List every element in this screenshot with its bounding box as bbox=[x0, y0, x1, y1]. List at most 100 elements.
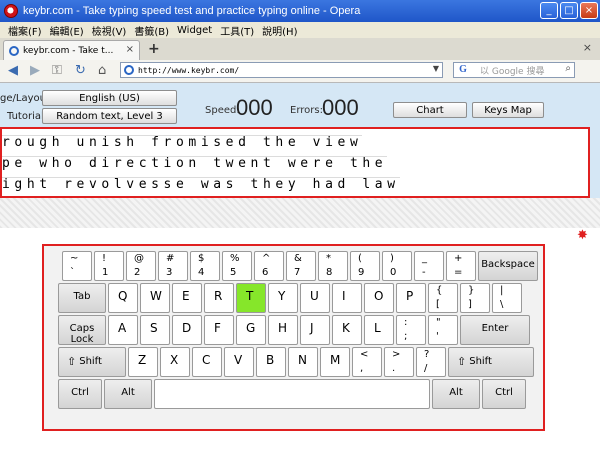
key-k[interactable]: K bbox=[332, 315, 362, 345]
address-field[interactable]: http://www.keybr.com/ ▼ bbox=[120, 62, 443, 78]
tab-close-icon[interactable]: × bbox=[126, 44, 134, 55]
key-y[interactable]: Y bbox=[268, 283, 298, 313]
key-enter[interactable]: Enter bbox=[460, 315, 530, 345]
key-symbol[interactable]: + = bbox=[446, 251, 476, 281]
home-icon[interactable]: ⌂ bbox=[98, 63, 106, 78]
key-symbol[interactable]: $4 bbox=[190, 251, 220, 281]
key-symbol[interactable]: (9 bbox=[350, 251, 380, 281]
key-shift-label: * bbox=[326, 253, 331, 264]
tutorial-select[interactable]: Random text, Level 3 bbox=[42, 108, 177, 124]
menu-edit[interactable]: 編輯(E) bbox=[50, 23, 84, 38]
key-u[interactable]: U bbox=[300, 283, 330, 313]
key-symbol[interactable]: >. bbox=[384, 347, 414, 377]
key-n[interactable]: N bbox=[288, 347, 318, 377]
key-symbol[interactable]: #3 bbox=[158, 251, 188, 281]
key-q[interactable]: Q bbox=[108, 283, 138, 313]
key-j[interactable]: J bbox=[300, 315, 330, 345]
key-tab[interactable]: Tab bbox=[58, 283, 106, 313]
key-space[interactable] bbox=[154, 379, 430, 409]
key-label: Ctrl bbox=[495, 387, 513, 398]
key-alt[interactable]: Alt bbox=[104, 379, 152, 409]
key-t[interactable]: T bbox=[236, 283, 266, 313]
tab-keybr[interactable]: keybr.com - Take t... × bbox=[3, 40, 140, 60]
key-symbol[interactable]: :; bbox=[396, 315, 426, 345]
key-v[interactable]: V bbox=[224, 347, 254, 377]
key-symbol[interactable]: * 8 bbox=[318, 251, 348, 281]
key-shift[interactable]: ⇧ Shift bbox=[58, 347, 126, 377]
key-m[interactable]: M bbox=[320, 347, 350, 377]
key-o[interactable]: O bbox=[364, 283, 394, 313]
layout-select[interactable]: English (US) bbox=[42, 90, 177, 106]
menu-help[interactable]: 說明(H) bbox=[262, 23, 297, 38]
keys-map-button[interactable]: Keys Map bbox=[472, 102, 544, 118]
key-symbol[interactable]: ! 1 bbox=[94, 251, 124, 281]
maximize-button[interactable]: □ bbox=[560, 2, 578, 19]
key-label: Alt bbox=[121, 387, 135, 398]
close-button[interactable]: × bbox=[580, 2, 598, 19]
key-symbol[interactable]: & 7 bbox=[286, 251, 316, 281]
key-symbol[interactable]: <, bbox=[352, 347, 382, 377]
menu-file[interactable]: 檔案(F) bbox=[8, 23, 42, 38]
key-r[interactable]: R bbox=[204, 283, 234, 313]
key-backspace[interactable]: Backspace bbox=[478, 251, 538, 281]
key-symbol[interactable]: ~ ` bbox=[62, 251, 92, 281]
window-title: keybr.com - Take typing speed test and p… bbox=[23, 5, 361, 17]
search-field[interactable]: G 以 Google 搜尋 ⌕ bbox=[453, 62, 575, 78]
chart-button[interactable]: Chart bbox=[393, 102, 467, 118]
minimize-button[interactable]: _ bbox=[540, 2, 558, 19]
key-l[interactable]: L bbox=[364, 315, 394, 345]
key-f[interactable]: F bbox=[204, 315, 234, 345]
key-g[interactable]: G bbox=[236, 315, 266, 345]
key-label: K bbox=[342, 321, 350, 335]
key-symbol[interactable]: | \ bbox=[492, 283, 522, 313]
key-symbol[interactable]: }] bbox=[460, 283, 490, 313]
key-shift[interactable]: ⇧ Shift bbox=[448, 347, 534, 377]
key-b[interactable]: B bbox=[256, 347, 286, 377]
star-icon[interactable]: ✸ bbox=[577, 228, 588, 243]
key-a[interactable]: A bbox=[108, 315, 138, 345]
key-p[interactable]: P bbox=[396, 283, 426, 313]
key-symbol[interactable]: @2 bbox=[126, 251, 156, 281]
key-symbol[interactable]: {[ bbox=[428, 283, 458, 313]
new-tab-button[interactable]: + bbox=[148, 41, 160, 57]
forward-icon[interactable]: ▶ bbox=[30, 63, 40, 78]
key-label: 1 bbox=[102, 267, 109, 278]
key-alt[interactable]: Alt bbox=[432, 379, 480, 409]
menu-tools[interactable]: 工具(T) bbox=[220, 23, 254, 38]
back-icon[interactable]: ◀ bbox=[8, 63, 18, 78]
key-shift-label: @ bbox=[134, 253, 144, 264]
key-symbol[interactable]: ? / bbox=[416, 347, 446, 377]
key-icon[interactable]: ⚿ bbox=[52, 63, 62, 78]
key-symbol[interactable]: _ - bbox=[414, 251, 444, 281]
key-d[interactable]: D bbox=[172, 315, 202, 345]
key-symbol[interactable]: " ' bbox=[428, 315, 458, 345]
close-tab-icon[interactable]: × bbox=[583, 41, 592, 54]
menu-view[interactable]: 檢視(V) bbox=[92, 23, 127, 38]
key-x[interactable]: X bbox=[160, 347, 190, 377]
key-h[interactable]: H bbox=[268, 315, 298, 345]
key-label: S bbox=[150, 321, 158, 335]
reload-icon[interactable]: ↻ bbox=[75, 63, 86, 78]
key-label: V bbox=[234, 353, 243, 367]
search-icon[interactable]: ⌕ bbox=[565, 63, 571, 74]
key-symbol[interactable]: ^ 6 bbox=[254, 251, 284, 281]
key-i[interactable]: I bbox=[332, 283, 362, 313]
key-label: 3 bbox=[166, 267, 173, 278]
key-e[interactable]: E bbox=[172, 283, 202, 313]
key-caps-lock[interactable]: Caps Lock bbox=[58, 315, 106, 345]
key-ctrl[interactable]: Ctrl bbox=[58, 379, 102, 409]
key-c[interactable]: C bbox=[192, 347, 222, 377]
menu-bookmarks[interactable]: 書籤(B) bbox=[134, 23, 169, 38]
key-label: X bbox=[170, 353, 179, 367]
menu-widget[interactable]: Widget bbox=[177, 25, 212, 36]
google-icon[interactable]: G bbox=[456, 64, 470, 76]
key-z[interactable]: Z bbox=[128, 347, 158, 377]
key-symbol[interactable]: % 5 bbox=[222, 251, 252, 281]
key-w[interactable]: W bbox=[140, 283, 170, 313]
key-ctrl[interactable]: Ctrl bbox=[482, 379, 526, 409]
chevron-down-icon[interactable]: ▼ bbox=[433, 64, 439, 73]
key-symbol[interactable]: ) 0 bbox=[382, 251, 412, 281]
typing-text-area[interactable]: rough unish fromised the view pe who dir… bbox=[0, 127, 590, 198]
key-s[interactable]: S bbox=[140, 315, 170, 345]
key-label: Shift bbox=[469, 356, 492, 367]
